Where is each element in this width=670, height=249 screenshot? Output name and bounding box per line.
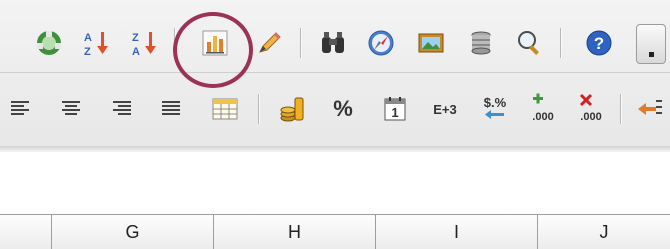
- delete-decimal-label: .000: [580, 111, 601, 123]
- svg-text:?: ?: [594, 34, 604, 53]
- svg-text:Z: Z: [132, 32, 139, 44]
- svg-text:A: A: [132, 46, 140, 58]
- toolbar-area: A Z Z A ? % 1 E+3 $.% .000 .000: [0, 0, 670, 152]
- chart-icon[interactable]: [198, 26, 232, 60]
- decrease-indent-icon[interactable]: [634, 92, 664, 126]
- standard-format-icon[interactable]: $.%: [478, 92, 512, 126]
- align-center-icon[interactable]: [54, 92, 88, 126]
- date-format-icon[interactable]: 1: [378, 92, 412, 126]
- align-left-icon[interactable]: [4, 92, 38, 126]
- column-header-row: G H I J: [0, 214, 670, 249]
- toolbar-bottom-edge: [0, 146, 670, 152]
- column-header-i[interactable]: I: [376, 215, 538, 249]
- currency-format-icon[interactable]: [276, 92, 310, 126]
- sort-descending-icon[interactable]: Z A: [128, 26, 162, 60]
- add-decimal-icon[interactable]: .000: [526, 92, 560, 126]
- formatting-toolbar: % 1 E+3 $.% .000 .000: [0, 82, 670, 136]
- scientific-format-icon[interactable]: E+3: [428, 92, 462, 126]
- justify-icon[interactable]: [154, 92, 188, 126]
- navigator-icon[interactable]: [364, 26, 398, 60]
- svg-text:Z: Z: [84, 46, 91, 58]
- toolbar-separator: [258, 94, 259, 124]
- toolbar-separator: [300, 28, 301, 58]
- gallery-icon[interactable]: [414, 26, 448, 60]
- svg-text:A: A: [84, 32, 92, 44]
- percent-format-icon[interactable]: %: [326, 92, 360, 126]
- column-header-f[interactable]: [0, 215, 52, 249]
- column-header-h[interactable]: H: [214, 215, 376, 249]
- chevron-down-icon: [649, 52, 654, 57]
- delete-decimal-icon[interactable]: .000: [574, 92, 608, 126]
- zoom-icon[interactable]: [512, 26, 546, 60]
- column-header-j[interactable]: J: [538, 215, 670, 249]
- toolbar-separator: [620, 94, 621, 124]
- merge-cells-icon[interactable]: [208, 92, 242, 126]
- toolbar-separator: [174, 28, 175, 58]
- date-format-label: 1: [391, 105, 398, 120]
- data-sources-icon[interactable]: [464, 26, 498, 60]
- standard-format-label: $.%: [484, 95, 507, 110]
- toolbar-separator: [560, 28, 561, 58]
- recycle-icon[interactable]: [32, 26, 66, 60]
- toolbar-overflow-button[interactable]: [636, 24, 666, 64]
- standard-toolbar: A Z Z A ?: [0, 16, 670, 70]
- sort-ascending-icon[interactable]: A Z: [80, 26, 114, 60]
- align-right-icon[interactable]: [104, 92, 138, 126]
- help-icon[interactable]: ?: [582, 26, 616, 60]
- add-decimal-label: .000: [532, 111, 553, 123]
- find-replace-icon[interactable]: [316, 26, 350, 60]
- draw-functions-icon[interactable]: [252, 26, 286, 60]
- toolbar-divider: [0, 72, 670, 73]
- column-header-g[interactable]: G: [52, 215, 214, 249]
